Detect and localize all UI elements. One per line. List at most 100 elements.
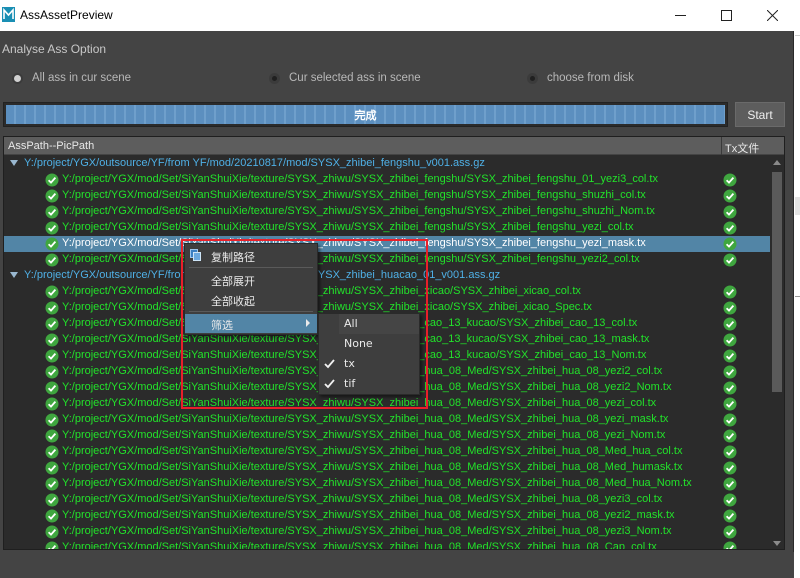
expand-arrow-icon[interactable]: [10, 272, 18, 278]
radio-label: All ass in cur scene: [32, 72, 132, 84]
menu-item-label: 筛选: [211, 319, 233, 332]
tree-child-row[interactable]: Y:/project/YGX/mod/Set/SiYanShuiXie/text…: [4, 220, 770, 236]
menu-item-collapse-all[interactable]: 全部收起: [185, 290, 317, 309]
tree-group-row[interactable]: Y:/project/YGX/outsource/YF/from YF/mod/…: [4, 156, 770, 172]
radio-cur-selected[interactable]: Cur selected ass in scene: [269, 72, 421, 84]
tree-child-row[interactable]: Y:/project/YGX/mod/Set/SiYanShuiXie/text…: [4, 540, 770, 549]
ok-icon: [45, 237, 59, 251]
window-title: AssAssetPreview: [20, 8, 113, 22]
tx-status-ok-icon: [723, 365, 737, 379]
filter-option-tx[interactable]: tx: [319, 354, 419, 374]
tx-status-ok-icon: [723, 509, 737, 523]
expand-arrow-icon[interactable]: [10, 160, 18, 166]
context-menu: 复制路径 全部展开 全部收起 筛选: [184, 243, 318, 335]
radio-label: Cur selected ass in scene: [289, 72, 421, 84]
menu-item-label: 复制路径: [211, 251, 255, 264]
ok-icon: [45, 317, 59, 331]
ok-icon: [45, 301, 59, 315]
scroll-thumb[interactable]: [772, 172, 782, 392]
filter-option-all[interactable]: All: [319, 314, 419, 334]
ok-icon: [45, 349, 59, 363]
scroll-up-icon[interactable]: [773, 160, 781, 165]
tx-status-ok-icon: [723, 317, 737, 331]
column-divider[interactable]: [721, 137, 722, 155]
tx-status-ok-icon: [723, 461, 737, 475]
ok-icon: [45, 189, 59, 203]
menu-separator: [189, 311, 313, 312]
radio-on-icon: [12, 72, 23, 84]
filter-option-none[interactable]: None: [319, 334, 419, 354]
minimize-button[interactable]: [657, 0, 703, 31]
tree-child-row[interactable]: Y:/project/YGX/mod/Set/SiYanShuiXie/text…: [4, 188, 770, 204]
scroll-down-icon[interactable]: [773, 541, 781, 546]
tree-child-row[interactable]: Y:/project/YGX/mod/Set/SiYanShuiXie/text…: [4, 204, 770, 220]
texture-path-text: Y:/project/YGX/mod/Set/SiYanShuiXie/text…: [62, 253, 640, 265]
tx-status-ok-icon: [723, 493, 737, 507]
vertical-scrollbar[interactable]: [770, 156, 784, 549]
tx-status-ok-icon: [723, 413, 737, 427]
ok-icon: [45, 461, 59, 475]
maximize-button[interactable]: [703, 0, 749, 31]
radio-from-disk[interactable]: choose from disk: [527, 72, 634, 84]
radio-off-icon: [527, 72, 538, 84]
ok-icon: [45, 205, 59, 219]
asset-preview-window: AssAssetPreview Analyse Ass Option All a…: [0, 0, 794, 578]
filter-submenu: All None tx tif: [318, 313, 420, 395]
radio-off-icon: [269, 72, 280, 84]
tree-child-row[interactable]: Y:/project/YGX/mod/Set/SiYanShuiXie/text…: [4, 428, 770, 444]
window-bottom: [0, 552, 794, 578]
ok-icon: [45, 253, 59, 267]
texture-path-text: Y:/project/YGX/mod/Set/SiYanShuiXie/text…: [62, 301, 592, 313]
tree-child-row[interactable]: Y:/project/YGX/mod/Set/SiYanShuiXie/text…: [4, 524, 770, 540]
ok-icon: [45, 173, 59, 187]
tree-child-row[interactable]: Y:/project/YGX/mod/Set/SiYanShuiXie/text…: [4, 396, 770, 412]
tx-status-ok-icon: [723, 541, 737, 549]
tree-child-row[interactable]: Y:/project/YGX/mod/Set/SiYanShuiXie/text…: [4, 460, 770, 476]
tx-status-ok-icon: [723, 349, 737, 363]
tx-status-ok-icon: [723, 397, 737, 411]
tx-status-ok-icon: [723, 429, 737, 443]
ok-icon: [45, 285, 59, 299]
tree-child-row[interactable]: Y:/project/YGX/mod/Set/SiYanShuiXie/text…: [4, 412, 770, 428]
close-button[interactable]: [749, 0, 795, 31]
tree-child-row[interactable]: Y:/project/YGX/mod/Set/SiYanShuiXie/text…: [4, 172, 770, 188]
ok-icon: [45, 541, 59, 549]
texture-path-text: Y:/project/YGX/mod/Set/SiYanShuiXie/text…: [62, 493, 663, 505]
texture-path-text: Y:/project/YGX/mod/Set/SiYanShuiXie/text…: [62, 285, 581, 297]
ok-icon: [45, 525, 59, 539]
menu-separator: [189, 267, 313, 268]
menu-item-filter[interactable]: 筛选: [185, 314, 317, 333]
tx-status-ok-icon: [723, 205, 737, 219]
column-header-tx[interactable]: Tx文件: [725, 140, 759, 156]
start-button[interactable]: Start: [735, 102, 785, 127]
texture-path-text: Y:/project/YGX/mod/Set/SiYanShuiXie/text…: [62, 445, 683, 457]
tx-status-ok-icon: [723, 445, 737, 459]
tx-status-ok-icon: [723, 173, 737, 187]
ass-path-text: Y:/project/YGX/outsource/YF/from YF/mod/…: [24, 157, 485, 169]
column-header-path[interactable]: AssPath--PicPath: [8, 140, 94, 152]
tx-status-ok-icon: [723, 301, 737, 315]
tree-child-row[interactable]: Y:/project/YGX/mod/Set/SiYanShuiXie/text…: [4, 284, 770, 300]
tree-child-row[interactable]: Y:/project/YGX/mod/Set/SiYanShuiXie/text…: [4, 476, 770, 492]
texture-path-text: Y:/project/YGX/mod/Set/SiYanShuiXie/text…: [62, 189, 646, 201]
tree-child-row[interactable]: Y:/project/YGX/mod/Set/SiYanShuiXie/text…: [4, 444, 770, 460]
tree-child-row[interactable]: Y:/project/YGX/mod/Set/SiYanShuiXie/text…: [4, 236, 770, 252]
tree-child-row[interactable]: Y:/project/YGX/mod/Set/SiYanShuiXie/text…: [4, 492, 770, 508]
tree-child-row[interactable]: Y:/project/YGX/mod/Set/SiYanShuiXie/text…: [4, 508, 770, 524]
texture-path-text: Y:/project/YGX/mod/Set/SiYanShuiXie/text…: [62, 221, 634, 233]
ok-icon: [45, 477, 59, 491]
ok-icon: [45, 509, 59, 523]
tree-header: AssPath--PicPath Tx文件: [4, 137, 784, 156]
title-bar[interactable]: AssAssetPreview: [0, 0, 794, 31]
texture-path-text: Y:/project/YGX/mod/Set/SiYanShuiXie/text…: [62, 205, 655, 217]
menu-item-copy-path[interactable]: 复制路径: [185, 246, 317, 265]
menu-item-expand-all[interactable]: 全部展开: [185, 270, 317, 289]
texture-path-text: Y:/project/YGX/mod/Set/SiYanShuiXie/text…: [62, 397, 657, 409]
ok-icon: [45, 397, 59, 411]
submenu-arrow-icon: [306, 319, 310, 327]
ok-icon: [45, 381, 59, 395]
tree-group-row[interactable]: Y:/project/YGX/outsource/YF/from YF/mod/…: [4, 268, 770, 284]
radio-all-ass[interactable]: All ass in cur scene: [12, 72, 131, 84]
filter-option-tif[interactable]: tif: [319, 374, 419, 394]
tree-child-row[interactable]: Y:/project/YGX/mod/Set/SiYanShuiXie/text…: [4, 252, 770, 268]
